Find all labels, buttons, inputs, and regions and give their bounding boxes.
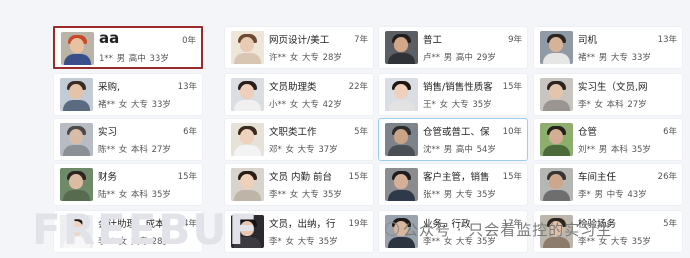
- job-title: 文员，出纳，行: [269, 219, 336, 230]
- candidate-avatar: [231, 31, 264, 64]
- candidate-avatar: [385, 78, 418, 111]
- candidate-card[interactable]: 文员助理类 22年 小** 女 大专 42岁: [224, 73, 374, 116]
- candidate-info: 刘** 男 本科 35岁: [578, 145, 651, 155]
- freebuf-watermark-logo: FREEBUF: [32, 205, 260, 254]
- experience-years: 0年: [182, 36, 196, 46]
- experience-years: 10年: [502, 127, 522, 137]
- experience-years: 5年: [663, 219, 677, 229]
- candidate-card[interactable]: 实习生（文员,网 李* 女 本科 27岁: [533, 73, 683, 116]
- candidate-info: 王* 女 大专 35岁: [423, 100, 492, 110]
- candidate-card[interactable]: 文职类工作 5年邓* 女 大专 37岁: [224, 118, 374, 161]
- job-title: 文员 内勤 前台: [269, 172, 333, 183]
- candidate-card[interactable]: 销售/销售性质客 15年 王* 女 大专 35岁: [378, 73, 528, 116]
- candidate-info: 李* 女 本科 27岁: [578, 100, 647, 110]
- candidate-card[interactable]: 财务 15年 陆** 女 本科 35岁: [53, 163, 203, 206]
- job-title: 客户主管，销售: [423, 172, 490, 183]
- candidate-card[interactable]: 司机 13年 褚** 男 大专 33岁: [533, 26, 683, 69]
- candidate-avatar: [231, 123, 264, 156]
- experience-years: 22年: [348, 82, 368, 92]
- job-title: 普工: [423, 35, 443, 46]
- experience-years: 15年: [502, 82, 522, 92]
- candidate-card[interactable]: 仓管 6年刘** 男 本科 35岁: [533, 118, 683, 161]
- job-title: 车间主任: [578, 172, 617, 183]
- experience-years: 26年: [657, 172, 677, 182]
- candidate-avatar: [540, 78, 573, 111]
- candidate-info: 李* 男 中专 43岁: [578, 190, 647, 200]
- candidate-card[interactable]: 仓管或普工、保 10年 沈** 男 高中 54岁: [378, 118, 528, 161]
- candidate-avatar: [385, 123, 418, 156]
- candidate-info: 褚** 男 大专 33岁: [578, 53, 651, 63]
- candidate-avatar: [385, 168, 418, 201]
- job-title: 财务: [98, 172, 118, 183]
- candidate-card[interactable]: 采购, 13年 褚** 女 大专 33岁: [53, 73, 203, 116]
- candidate-card[interactable]: 客户主管，销售 15年 张** 男 大专 35岁: [378, 163, 528, 206]
- candidate-card[interactable]: 网页设计/美工 7年许** 女 大专 28岁: [224, 26, 374, 69]
- wechat-watermark: 公众号 · 只会看监控的实习生: [385, 219, 612, 240]
- wechat-icon: [385, 222, 399, 236]
- candidate-avatar: [231, 78, 264, 111]
- experience-years: 7年: [354, 35, 368, 45]
- experience-years: 13年: [177, 82, 197, 92]
- job-title: 采购,: [98, 82, 121, 93]
- experience-years: 6年: [663, 127, 677, 137]
- job-title: 销售/销售性质客: [423, 82, 493, 93]
- candidate-info: 陈** 女 本科 27岁: [98, 145, 171, 155]
- candidate-card[interactable]: 文员 内勤 前台 15年 李** 女 大专 35岁: [224, 163, 374, 206]
- candidate-info: 李** 女 大专 35岁: [269, 190, 342, 200]
- experience-years: 13年: [657, 35, 677, 45]
- candidate-info: 许** 女 大专 28岁: [269, 53, 342, 63]
- candidate-avatar: [540, 31, 573, 64]
- candidate-card[interactable]: 车间主任 26年 李* 男 中专 43岁: [533, 163, 683, 206]
- experience-years: 6年: [183, 127, 197, 137]
- watermark-text: 公众号 · 只会看监控的实习生: [403, 221, 613, 239]
- job-title: 仓管或普工、保: [423, 127, 490, 138]
- candidate-info: 李* 女 大专 35岁: [269, 237, 338, 247]
- job-title: aa: [99, 29, 120, 47]
- candidate-avatar: [385, 31, 418, 64]
- experience-years: 15年: [348, 172, 368, 182]
- job-title: 文职类工作: [269, 127, 317, 138]
- candidate-avatar: [60, 168, 93, 201]
- experience-years: 5年: [354, 127, 368, 137]
- job-title: 文员助理类: [269, 82, 317, 93]
- job-title: 实习生（文员,网: [578, 82, 648, 93]
- candidate-card[interactable]: 普工 9年卢** 男 高中 29岁: [378, 26, 528, 69]
- candidate-info: 卢** 男 高中 29岁: [423, 53, 496, 63]
- candidate-card[interactable]: 实习 6年陈** 女 本科 27岁: [53, 118, 203, 161]
- candidate-avatar: [61, 32, 94, 65]
- candidate-avatar: [540, 123, 573, 156]
- experience-years: 19年: [348, 219, 368, 229]
- candidate-avatar: [60, 123, 93, 156]
- candidate-info: 邓* 女 大专 37岁: [269, 145, 338, 155]
- candidate-info: 1** 男 高中 33岁: [99, 54, 169, 64]
- experience-years: 15年: [502, 172, 522, 182]
- candidate-info: 小** 女 大专 42岁: [269, 100, 342, 110]
- candidate-info: 褚** 女 大专 33岁: [98, 100, 171, 110]
- job-title: 实习: [98, 127, 118, 138]
- candidate-info: 张** 男 大专 35岁: [423, 190, 496, 200]
- candidate-info: 沈** 男 高中 54岁: [423, 145, 496, 155]
- candidate-avatar: [540, 168, 573, 201]
- experience-years: 15年: [177, 172, 197, 182]
- job-title: 网页设计/美工: [269, 35, 330, 46]
- candidate-card[interactable]: aa 0年 1** 男 高中 33岁: [53, 26, 203, 69]
- candidate-avatar: [231, 168, 264, 201]
- job-title: 司机: [578, 35, 598, 46]
- experience-years: 9年: [508, 35, 522, 45]
- candidate-avatar: [60, 78, 93, 111]
- candidate-info: 陆** 女 本科 35岁: [98, 190, 171, 200]
- job-title: 仓管: [578, 127, 598, 138]
